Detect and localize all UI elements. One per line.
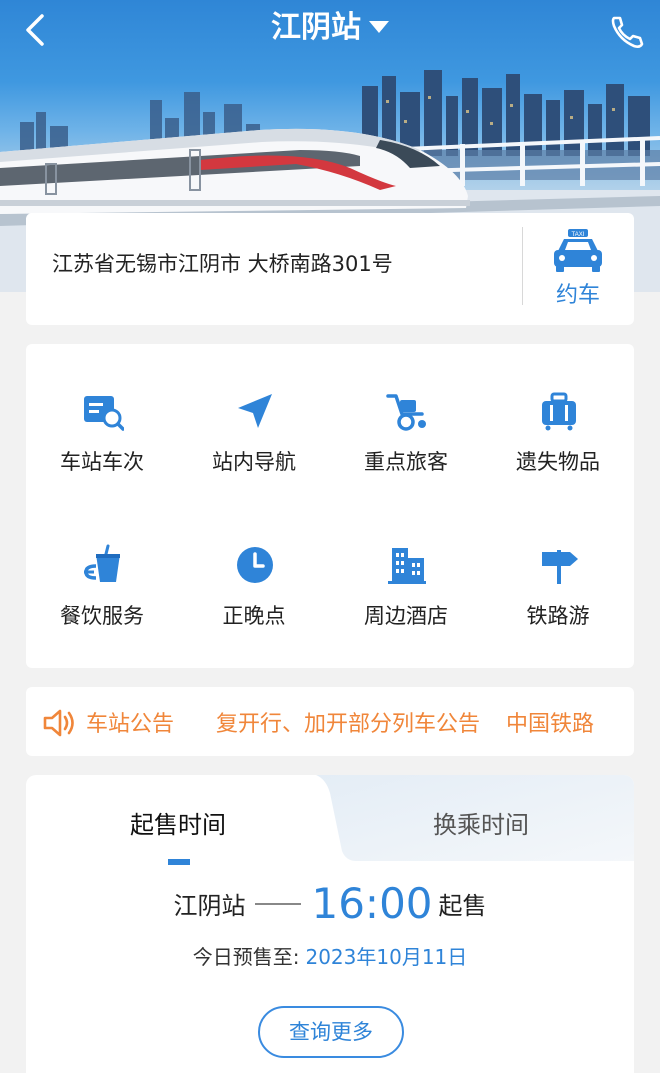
service-label: 重点旅客 xyxy=(364,450,448,474)
ticket-sale-card: 起售时间 换乘时间 江阴站 16:00 起售 今日预售至: 2023年10月11日 查… xyxy=(26,775,634,1073)
service-grid: 车站车次 站内导航 重点旅客 遗失物品 餐饮服务 正晚点 周边酒店 铁路游 xyxy=(26,344,634,668)
announcement-ticker: 复开行、加开部分列车公告 中国铁路 xyxy=(216,706,618,736)
wheelchair-icon xyxy=(386,394,426,431)
sale-time-suffix: 起售 xyxy=(438,892,487,920)
service-label: 遗失物品 xyxy=(516,450,600,474)
taxi-icon: TAXI xyxy=(554,229,602,272)
service-label: 站内导航 xyxy=(212,450,296,474)
service-label: 餐饮服务 xyxy=(60,604,144,628)
service-station-navigation[interactable]: 站内导航 xyxy=(178,390,330,490)
drink-cup-icon xyxy=(84,544,120,582)
dash-separator xyxy=(255,902,302,905)
call-button[interactable] xyxy=(606,8,646,52)
query-more-button[interactable]: 查询更多 xyxy=(258,1006,404,1058)
sale-time-row: 江阴站 16:00 起售 xyxy=(26,879,634,928)
speaker-icon xyxy=(43,709,74,737)
service-nearby-hotels[interactable]: 周边酒店 xyxy=(330,544,482,644)
signpost-icon xyxy=(542,550,578,584)
luggage-icon xyxy=(542,392,576,431)
announcement-title[interactable]: 车站公告 xyxy=(86,706,174,738)
station-train-search-icon xyxy=(84,396,124,431)
taxi-button[interactable]: TAXI 约车 xyxy=(538,227,618,311)
taxi-sign-text: TAXI xyxy=(572,232,585,238)
presale-date: 2023年10月11日 xyxy=(305,945,468,969)
phone-icon xyxy=(611,16,644,48)
clock-icon xyxy=(237,547,273,583)
announcement-item[interactable]: 复开行、加开部分列车公告 xyxy=(216,712,480,736)
service-label: 车站车次 xyxy=(60,450,144,474)
announcement-bar: 车站公告 复开行、加开部分列车公告 中国铁路 xyxy=(26,687,634,756)
station-selector[interactable]: 江阴站 xyxy=(0,6,660,50)
presale-label: 今日预售至: xyxy=(192,945,300,969)
presale-row: 今日预售至: 2023年10月11日 xyxy=(26,941,634,970)
sale-station: 江阴站 xyxy=(173,892,246,920)
tab-transfer-time[interactable]: 换乘时间 xyxy=(386,805,576,840)
tab-sale-time[interactable]: 起售时间 xyxy=(86,805,270,840)
service-lost-items[interactable]: 遗失物品 xyxy=(482,390,634,490)
station-address: 江苏省无锡市江阴市 大桥南路301号 xyxy=(52,252,393,276)
service-dining[interactable]: 餐饮服务 xyxy=(26,544,178,644)
sale-time: 16:00 xyxy=(311,879,433,928)
caret-down-icon xyxy=(369,20,389,33)
active-tab-indicator xyxy=(168,859,190,865)
service-railway-travel[interactable]: 铁路游 xyxy=(482,544,634,644)
service-train-delays[interactable]: 正晚点 xyxy=(178,544,330,644)
service-label: 周边酒店 xyxy=(364,604,448,628)
navigation-arrow-icon xyxy=(238,394,272,428)
divider xyxy=(522,227,523,305)
taxi-label: 约车 xyxy=(555,283,600,308)
service-label: 铁路游 xyxy=(526,604,590,628)
address-card: 江苏省无锡市江阴市 大桥南路301号 TAXI 约车 xyxy=(26,213,634,325)
service-label: 正晚点 xyxy=(222,604,286,628)
hotel-building-icon xyxy=(388,548,426,584)
service-key-passengers[interactable]: 重点旅客 xyxy=(330,390,482,490)
page-title: 江阴站 xyxy=(271,10,361,45)
service-station-trains[interactable]: 车站车次 xyxy=(26,390,178,490)
top-navigation-bar: 江阴站 xyxy=(0,0,660,60)
announcement-item[interactable]: 中国铁路 xyxy=(506,712,594,736)
